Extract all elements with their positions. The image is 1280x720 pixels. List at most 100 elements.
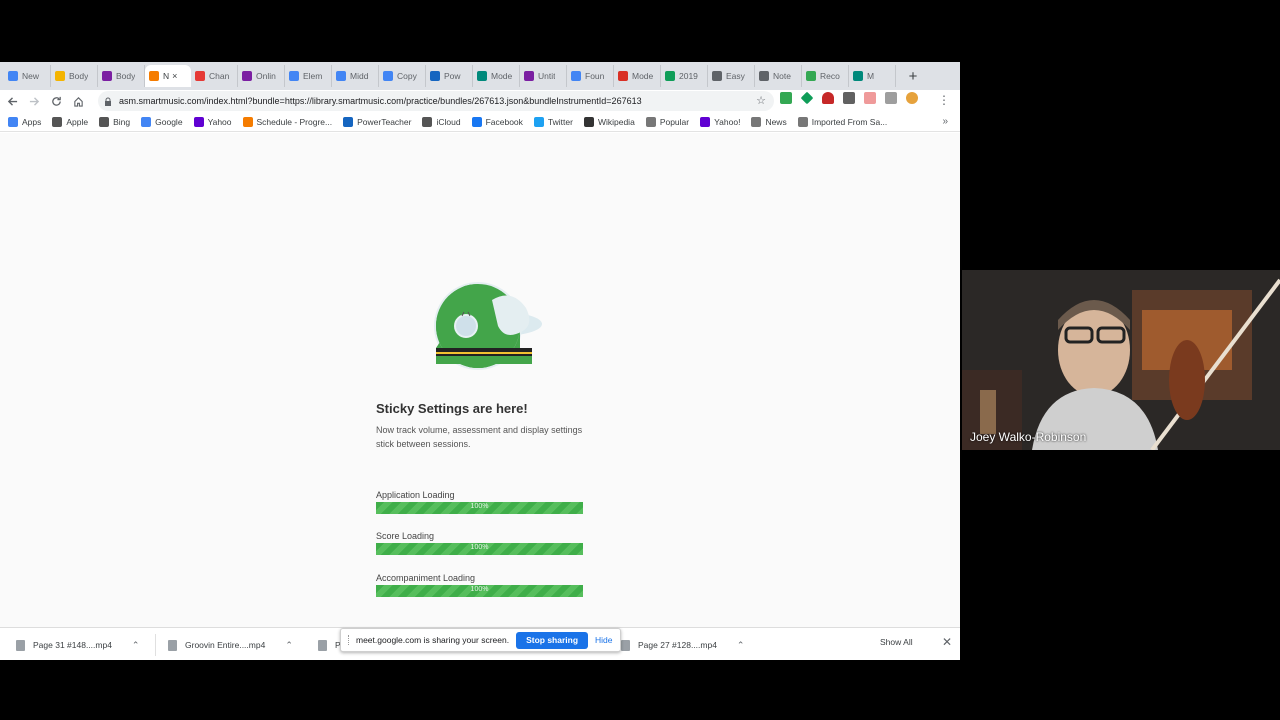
bookmark-item[interactable]: News — [751, 116, 787, 127]
browser-tab[interactable]: Pow — [426, 65, 473, 87]
bookmark-item[interactable]: Yahoo! — [700, 116, 740, 127]
browser-tab[interactable]: Easy — [708, 65, 755, 87]
screen-share-bar: meet.google.com is sharing your screen. … — [340, 628, 621, 652]
tab-label: M — [867, 71, 875, 81]
reload-button[interactable] — [46, 91, 66, 111]
extension-grid-icon[interactable] — [885, 92, 897, 104]
reload-icon — [51, 96, 61, 106]
profile-avatar[interactable] — [906, 92, 918, 104]
close-icon[interactable]: ✕ — [942, 635, 952, 649]
bookmark-item[interactable]: PowerTeacher — [343, 116, 411, 127]
bookmark-label: News — [765, 116, 787, 127]
bookmark-item[interactable]: Wikipedia — [583, 116, 635, 127]
bookmark-star-icon[interactable]: ☆ — [756, 94, 766, 107]
tab-favicon — [289, 71, 299, 81]
bookmark-label: Bing — [113, 116, 131, 127]
tab-label: Copy — [397, 71, 417, 81]
browser-menu-icon[interactable]: ⋮ — [938, 93, 950, 107]
browser-tab[interactable]: New — [4, 65, 51, 87]
file-icon — [318, 639, 327, 651]
bookmark-label: Apps — [22, 116, 42, 127]
tab-label: Onlin — [256, 71, 276, 81]
bookmark-icon — [343, 116, 354, 127]
bookmark-item[interactable]: Google — [141, 116, 183, 127]
browser-tab[interactable]: 2019 — [661, 65, 708, 87]
browser-tab[interactable]: Reco — [802, 65, 849, 87]
browser-tab[interactable]: Untit — [520, 65, 567, 87]
bookmark-icon — [52, 116, 63, 127]
download-item[interactable]: Page 27 #128....mp4 ⌃ — [621, 632, 744, 658]
bookmark-item[interactable]: Apps — [8, 116, 42, 127]
address-bar[interactable]: asm.smartmusic.com/index.html?bundle=htt… — [98, 91, 774, 111]
download-item[interactable]: P — [318, 632, 341, 658]
bookmark-item[interactable]: Bing — [99, 116, 131, 127]
bookmark-label: Apple — [66, 116, 89, 127]
extension-green-icon[interactable] — [780, 92, 792, 104]
bookmark-item[interactable]: Imported From Sa... — [797, 116, 888, 127]
browser-tab[interactable]: Chan — [191, 65, 238, 87]
tab-label: Foun — [585, 71, 605, 81]
chevron-up-icon[interactable]: ⌃ — [132, 640, 140, 651]
browser-tab[interactable]: Note — [755, 65, 802, 87]
tab-label: Body — [116, 71, 136, 81]
loader-label: Score Loading — [376, 531, 435, 541]
bookmark-icon — [99, 116, 110, 127]
tab-favicon — [665, 71, 675, 81]
browser-tab[interactable]: N × — [145, 65, 191, 87]
browser-tab[interactable]: Foun — [567, 65, 614, 87]
download-filename: Page 31 #148....mp4 — [33, 640, 112, 650]
bookmark-label: Imported From Sa... — [811, 116, 888, 127]
drag-handle-icon[interactable] — [348, 635, 350, 645]
tab-favicon — [242, 71, 252, 81]
participant-video-tile: Joey Walko-Robinson — [962, 270, 1280, 450]
bookmark-item[interactable]: Twitter — [533, 116, 573, 127]
browser-tab[interactable]: Elem — [285, 65, 332, 87]
browser-tab[interactable]: Body — [51, 65, 98, 87]
tab-label: Body — [69, 71, 89, 81]
progress-percent: 100% — [470, 503, 489, 510]
extension-headphones-icon[interactable] — [822, 92, 834, 104]
extension-arrow-icon[interactable] — [864, 92, 876, 104]
extensions-area — [780, 91, 918, 105]
tab-favicon — [477, 71, 487, 81]
show-all-button[interactable]: Show All — [880, 637, 913, 647]
browser-tab[interactable]: Copy — [379, 65, 426, 87]
chevron-up-icon[interactable]: ⌃ — [737, 640, 745, 651]
hide-button[interactable]: Hide — [595, 635, 612, 645]
bookmark-item[interactable]: Apple — [52, 116, 89, 127]
bookmark-icon — [583, 116, 594, 127]
download-item[interactable]: Groovin Entire....mp4 ⌃ — [168, 632, 293, 658]
browser-tab[interactable]: Midd — [332, 65, 379, 87]
tab-label: New — [22, 71, 40, 81]
bookmark-label: iCloud — [436, 116, 461, 127]
bookmark-icon — [797, 116, 808, 127]
bookmark-item[interactable]: Popular — [645, 116, 689, 127]
browser-tab[interactable]: Body — [98, 65, 145, 87]
tab-favicon — [618, 71, 628, 81]
stop-sharing-button[interactable]: Stop sharing — [516, 631, 589, 649]
bookmark-item[interactable]: Yahoo — [193, 116, 232, 127]
bookmark-item[interactable]: Schedule - Progre... — [242, 116, 332, 127]
chevron-up-icon[interactable]: ⌃ — [285, 640, 293, 651]
download-item[interactable]: Page 31 #148....mp4 ⌃ — [16, 632, 139, 658]
forward-button[interactable] — [24, 91, 44, 111]
progress-bar: 100% — [376, 502, 583, 514]
browser-tab[interactable]: Mode — [614, 65, 661, 87]
bookmark-item[interactable]: iCloud — [422, 116, 461, 127]
tab-label: Mode — [491, 71, 513, 81]
browser-tab[interactable]: Mode — [473, 65, 520, 87]
back-button[interactable] — [2, 91, 22, 111]
participant-video-image — [962, 270, 1280, 450]
browser-tab[interactable]: Onlin — [238, 65, 285, 87]
extension-box-icon[interactable] — [843, 92, 855, 104]
tab-close-icon[interactable]: × — [172, 71, 177, 81]
browser-tab[interactable]: M — [849, 65, 896, 87]
back-arrow-icon — [7, 96, 17, 106]
home-button[interactable] — [68, 91, 88, 111]
loader-label: Accompaniment Loading — [376, 573, 476, 583]
bookmarks-overflow-icon[interactable]: » — [942, 116, 948, 127]
bookmark-item[interactable]: Facebook — [471, 116, 523, 127]
extension-diamond-icon[interactable] — [800, 91, 814, 105]
file-icon — [16, 639, 25, 651]
new-tab-button[interactable]: + — [902, 65, 924, 87]
